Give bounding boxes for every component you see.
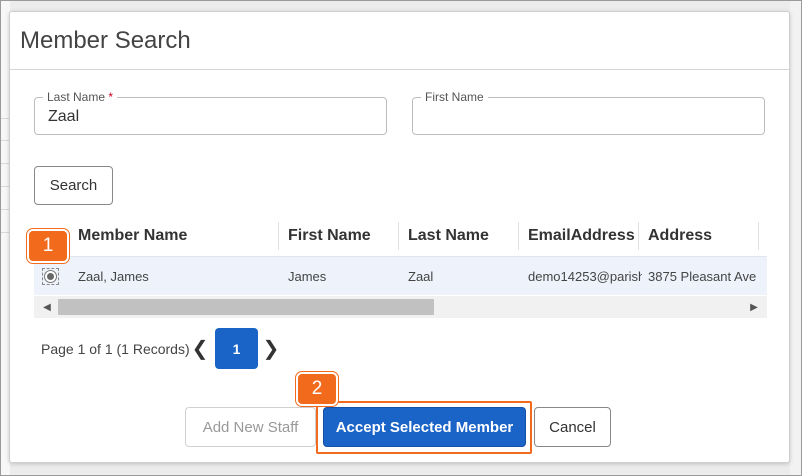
- first-name-label: First Name: [421, 91, 488, 103]
- cancel-button[interactable]: Cancel: [534, 407, 611, 447]
- cell-email: demo14253@parish: [528, 269, 642, 284]
- radio-ring: [44, 270, 57, 283]
- column-divider: [398, 222, 399, 250]
- background-page-edge-right: [790, 0, 802, 476]
- last-name-input[interactable]: [48, 108, 348, 126]
- table-row[interactable]: Zaal, James James Zaal demo14253@parish …: [34, 256, 767, 295]
- column-divider: [638, 222, 639, 250]
- required-marker: *: [108, 90, 114, 104]
- step-callout-1: 1: [27, 229, 69, 263]
- column-divider: [758, 222, 759, 250]
- cell-member-name: Zaal, James: [78, 269, 149, 284]
- accept-selected-member-button[interactable]: Accept Selected Member: [323, 407, 526, 447]
- first-name-input[interactable]: [426, 108, 726, 126]
- column-divider: [278, 222, 279, 250]
- results-grid: Member Name First Name Last Name EmailAd…: [34, 216, 767, 320]
- add-new-staff-button[interactable]: Add New Staff: [185, 407, 316, 447]
- column-divider: [518, 222, 519, 250]
- column-header-email[interactable]: EmailAddress: [528, 216, 640, 256]
- search-button[interactable]: Search: [34, 166, 113, 205]
- horizontal-scrollbar[interactable]: ◀ ▶: [34, 296, 767, 318]
- pager-page-button[interactable]: 1: [215, 328, 258, 369]
- first-name-field[interactable]: First Name: [412, 91, 765, 135]
- dialog-title: Member Search: [20, 27, 191, 54]
- pager-summary: Page 1 of 1 (1 Records): [41, 341, 190, 357]
- grid-header: Member Name First Name Last Name EmailAd…: [34, 216, 767, 256]
- radio-selected-dot: [47, 273, 54, 280]
- triangle-left-icon[interactable]: ◀: [36, 296, 58, 318]
- row-select-radio[interactable]: [42, 268, 59, 285]
- scrollbar-thumb[interactable]: [58, 299, 434, 315]
- column-header-member-name[interactable]: Member Name: [78, 216, 278, 256]
- chevron-right-icon[interactable]: ❯: [260, 334, 282, 362]
- last-name-label: Last Name *: [43, 90, 118, 104]
- last-name-field[interactable]: Last Name *: [34, 91, 387, 135]
- column-header-address[interactable]: Address: [648, 216, 760, 256]
- cell-first-name: James: [288, 269, 327, 284]
- title-divider: [10, 69, 789, 70]
- column-header-first-name[interactable]: First Name: [288, 216, 400, 256]
- cell-last-name: Zaal: [408, 269, 434, 284]
- member-search-dialog: Member Search Last Name * First Name Sea…: [9, 11, 790, 463]
- chevron-left-icon[interactable]: ❮: [189, 334, 211, 362]
- triangle-right-icon[interactable]: ▶: [743, 296, 765, 318]
- step-callout-2: 2: [296, 372, 338, 406]
- cell-address: 3875 Pleasant Ave: [648, 269, 757, 284]
- column-header-last-name[interactable]: Last Name: [408, 216, 520, 256]
